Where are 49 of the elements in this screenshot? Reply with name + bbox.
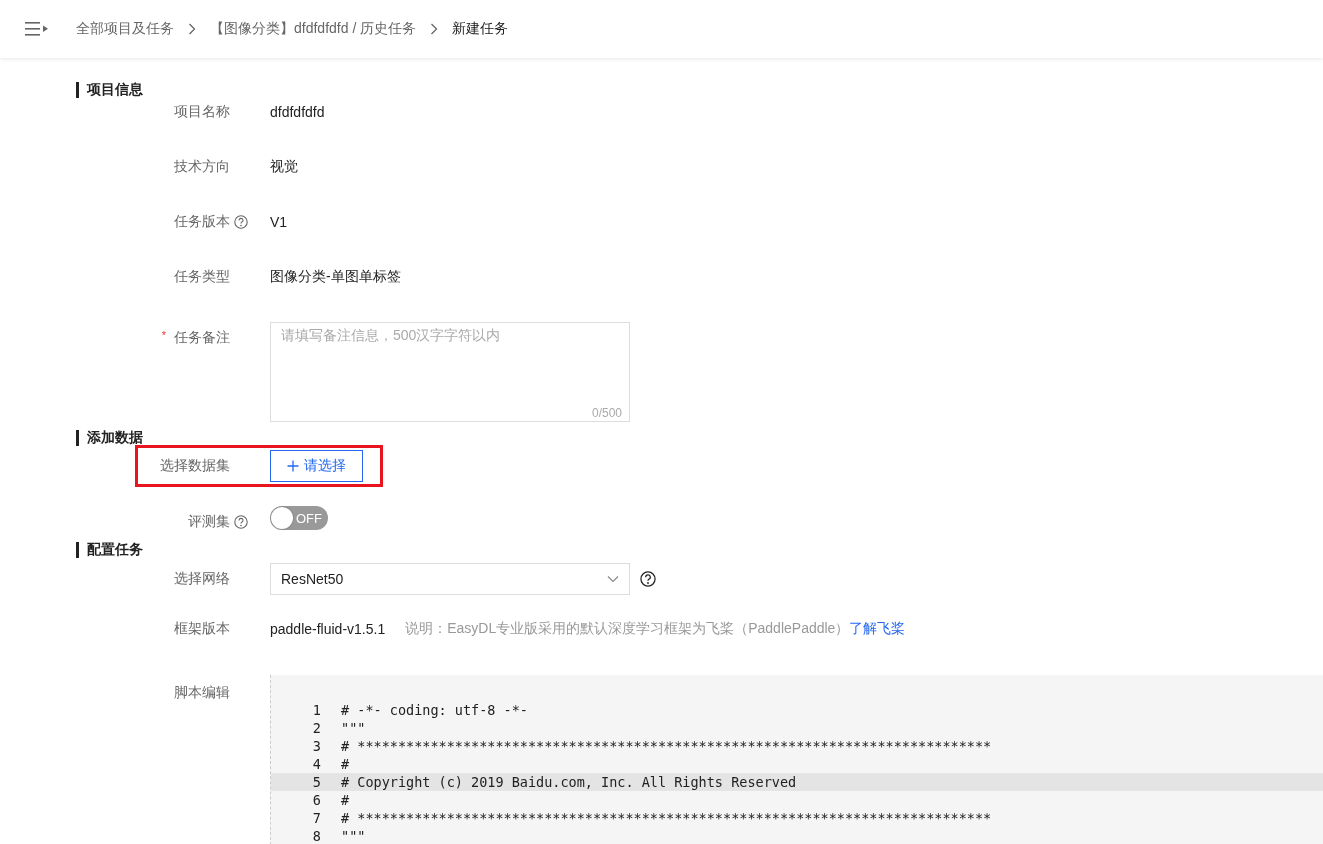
- code-line: """: [341, 719, 366, 737]
- line-number: 1: [311, 701, 321, 719]
- plus-icon: [287, 460, 299, 472]
- code-line: """: [341, 827, 366, 844]
- field-value: paddle-fluid-v1.5.1: [270, 621, 386, 637]
- menu-icon[interactable]: [25, 22, 49, 36]
- line-number: 2: [311, 719, 321, 737]
- section-title: 添加数据: [76, 430, 1323, 446]
- field-label: 脚本编辑: [174, 684, 230, 700]
- code-editor[interactable]: [270, 675, 1323, 844]
- help-icon[interactable]: [640, 571, 656, 587]
- field-label: 任务备注: [174, 329, 230, 345]
- required-mark: *: [161, 329, 167, 341]
- field-label: 技术方向: [174, 158, 230, 174]
- field-label: 项目名称: [174, 103, 230, 119]
- field-label: 选择数据集: [160, 457, 230, 473]
- character-counter: 0/500: [591, 406, 622, 420]
- field-label: 选择网络: [174, 570, 230, 586]
- code-line: #: [341, 791, 350, 809]
- line-number: 3: [311, 737, 321, 755]
- breadcrumb-link[interactable]: 全部项目及任务: [76, 20, 174, 38]
- line-number: 6: [311, 791, 321, 809]
- section-title: 项目信息: [76, 82, 1323, 98]
- field-value: 视觉: [270, 158, 298, 176]
- line-number: 4: [311, 755, 321, 773]
- field-label: 评测集: [188, 513, 230, 529]
- line-number: 7: [311, 809, 321, 827]
- line-number: 5: [311, 773, 321, 791]
- code-line: # -*- coding: utf-8 -*-: [341, 701, 528, 719]
- learn-more-link[interactable]: 了解飞桨: [849, 620, 906, 638]
- field-value: 图像分类-单图单标签: [270, 268, 401, 286]
- field-value: dfdfdfdfd: [270, 104, 325, 120]
- chevron-right-icon: [430, 23, 439, 35]
- breadcrumb-link[interactable]: 【图像分类】dfdfdfdfd / 历史任务: [210, 20, 417, 38]
- field-label: 任务版本: [174, 213, 230, 229]
- select-dataset-button[interactable]: 请选择: [270, 450, 363, 482]
- line-number: 8: [311, 827, 321, 844]
- field-value: V1: [270, 214, 288, 230]
- code-line: # ******************************************************************************: [341, 737, 992, 755]
- network-dropdown[interactable]: ResNet50: [270, 563, 630, 595]
- code-line: #: [341, 755, 350, 773]
- section-title: 配置任务: [76, 542, 1323, 558]
- framework-note: 说明：EasyDL专业版采用的默认深度学习框架为飞桨（PaddlePaddle）: [405, 620, 850, 638]
- code-line: # ******************************************************************************: [341, 809, 992, 827]
- field-label: 框架版本: [174, 620, 230, 636]
- code-line: # Copyright (c) 2019 Baidu.com, Inc. All Rights Reserved: [341, 773, 797, 791]
- chevron-right-icon: [188, 23, 196, 35]
- chevron-down-icon: [607, 575, 619, 583]
- field-label: 任务类型: [174, 268, 230, 284]
